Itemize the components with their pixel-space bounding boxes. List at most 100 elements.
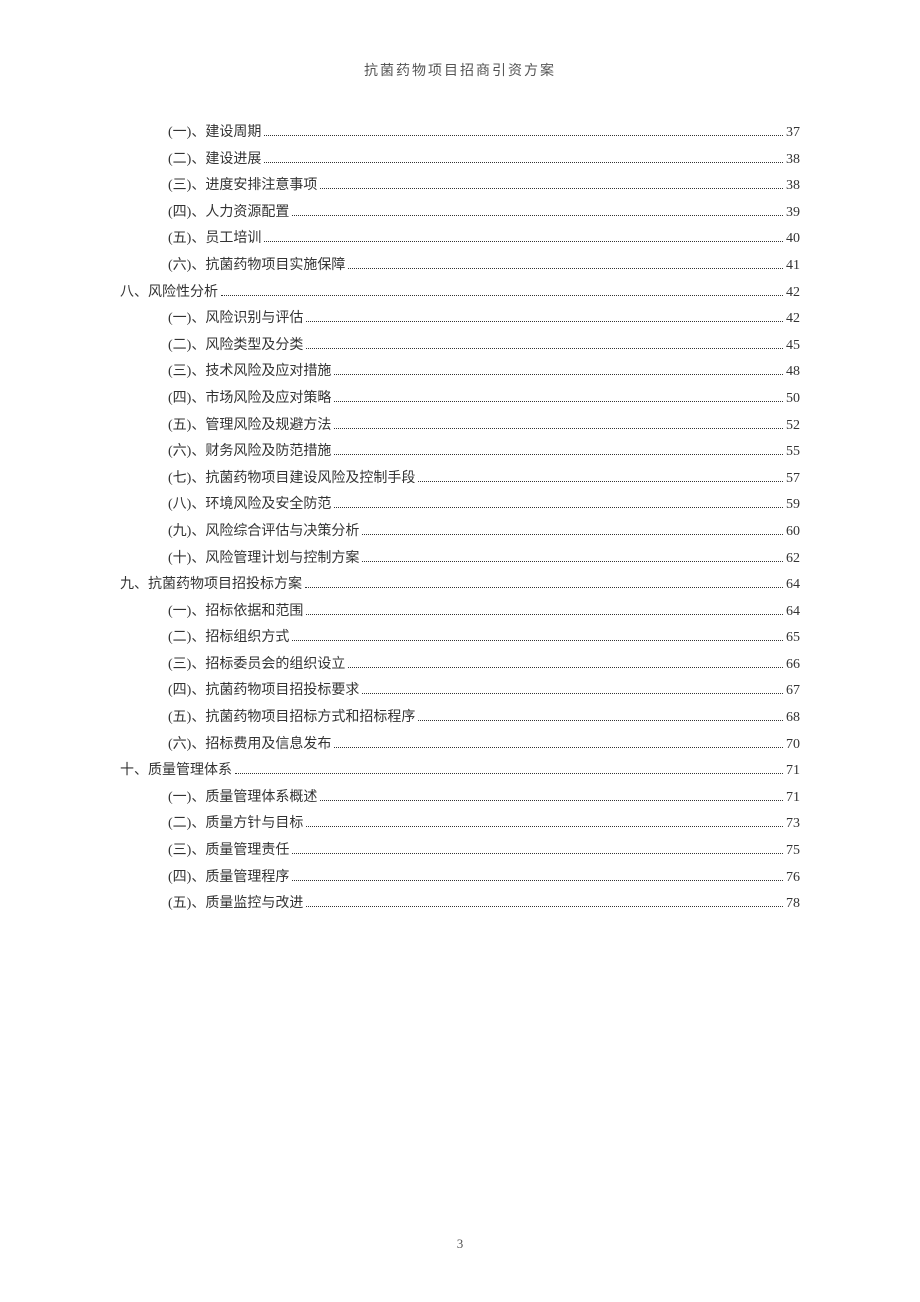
toc-dot-leader	[348, 657, 783, 668]
toc-entry-page: 70	[786, 732, 800, 759]
toc-entry: (五)、管理风险及规避方法 52	[120, 413, 800, 440]
toc-entry-label: (三)、技术风险及应对措施	[168, 359, 331, 386]
toc-entry: (四)、人力资源配置39	[120, 200, 800, 227]
toc-dot-leader	[334, 737, 783, 748]
toc-entry-label: (二)、风险类型及分类	[168, 333, 303, 360]
toc-entry-page: 68	[786, 705, 800, 732]
toc-dot-leader	[264, 152, 783, 163]
toc-entry-page: 38	[786, 173, 800, 200]
toc-entry-label: (四)、市场风险及应对策略	[168, 386, 331, 413]
toc-entry-label: (一)、招标依据和范围	[168, 599, 303, 626]
toc-dot-leader	[306, 604, 783, 615]
toc-dot-leader	[235, 763, 783, 774]
toc-entry: (三)、技术风险及应对措施 48	[120, 359, 800, 386]
toc-entry: (二)、风险类型及分类 45	[120, 333, 800, 360]
toc-entry: 九、抗菌药物项目招投标方案 64	[120, 572, 800, 599]
toc-entry: 八、风险性分析42	[120, 280, 800, 307]
toc-dot-leader	[320, 178, 783, 189]
toc-entry: (一)、招标依据和范围 64	[120, 599, 800, 626]
toc-entry-label: (一)、风险识别与评估	[168, 306, 303, 333]
toc-entry-page: 55	[786, 439, 800, 466]
toc-entry-label: (三)、进度安排注意事项	[168, 173, 317, 200]
toc-entry: (九)、风险综合评估与决策分析60	[120, 519, 800, 546]
toc-entry-label: (二)、招标组织方式	[168, 625, 289, 652]
toc-entry-page: 52	[786, 413, 800, 440]
toc-entry-page: 76	[786, 865, 800, 892]
toc-entry-page: 64	[786, 572, 800, 599]
toc-entry-label: (三)、质量管理责任	[168, 838, 289, 865]
toc-entry: (二)、招标组织方式 65	[120, 625, 800, 652]
toc-entry: (二)、建设进展 38	[120, 147, 800, 174]
toc-dot-leader	[334, 365, 783, 376]
toc-entry: (四)、质量管理程序 76	[120, 865, 800, 892]
toc-entry-page: 78	[786, 891, 800, 918]
toc-entry-label: 八、风险性分析	[120, 280, 218, 307]
toc-entry-page: 62	[786, 546, 800, 573]
toc-dot-leader	[418, 471, 783, 482]
toc-entry-page: 64	[786, 599, 800, 626]
toc-dot-leader	[292, 843, 783, 854]
page-number: 3	[0, 1236, 920, 1252]
toc-dot-leader	[221, 285, 783, 296]
toc-entry-page: 37	[786, 120, 800, 147]
toc-entry: (十)、风险管理计划与控制方案 62	[120, 546, 800, 573]
toc-entry-page: 38	[786, 147, 800, 174]
toc-entry-label: (五)、抗菌药物项目招标方式和招标程序	[168, 705, 415, 732]
toc-entry: (四)、市场风险及应对策略 50	[120, 386, 800, 413]
toc-dot-leader	[418, 710, 783, 721]
toc-entry-page: 45	[786, 333, 800, 360]
toc-entry: (一)、风险识别与评估 42	[120, 306, 800, 333]
toc-entry-label: (五)、员工培训	[168, 226, 261, 253]
toc-entry-label: 九、抗菌药物项目招投标方案	[120, 572, 302, 599]
toc-entry: (五)、质量监控与改进 78	[120, 891, 800, 918]
toc-entry: (三)、进度安排注意事项 38	[120, 173, 800, 200]
toc-entry-label: (二)、建设进展	[168, 147, 261, 174]
toc-entry-label: (六)、抗菌药物项目实施保障	[168, 253, 345, 280]
toc-entry-label: (八)、环境风险及安全防范	[168, 492, 331, 519]
toc-entry-page: 50	[786, 386, 800, 413]
toc-dot-leader	[264, 125, 783, 136]
toc-entry: (八)、环境风险及安全防范59	[120, 492, 800, 519]
toc-dot-leader	[306, 338, 783, 349]
toc-entry: (一)、质量管理体系概述71	[120, 785, 800, 812]
toc-dot-leader	[334, 391, 783, 402]
toc-dot-leader	[306, 311, 783, 322]
toc-entry-page: 67	[786, 678, 800, 705]
toc-entry-page: 41	[786, 253, 800, 280]
toc-dot-leader	[306, 817, 783, 828]
toc-dot-leader	[362, 684, 783, 695]
toc-entry-page: 75	[786, 838, 800, 865]
toc-entry-page: 42	[786, 306, 800, 333]
toc-entry-label: (二)、质量方针与目标	[168, 811, 303, 838]
toc-dot-leader	[320, 790, 783, 801]
toc-entry: (二)、质量方针与目标73	[120, 811, 800, 838]
toc-entry-page: 66	[786, 652, 800, 679]
toc-entry-page: 40	[786, 226, 800, 253]
toc-entry: (一)、建设周期 37	[120, 120, 800, 147]
toc-entry-label: (五)、质量监控与改进	[168, 891, 303, 918]
toc-entry-page: 57	[786, 466, 800, 493]
toc-dot-leader	[305, 577, 783, 588]
toc-entry-page: 71	[786, 785, 800, 812]
toc-dot-leader	[334, 418, 783, 429]
toc-dot-leader	[334, 498, 783, 509]
toc-entry-page: 48	[786, 359, 800, 386]
toc-entry-page: 39	[786, 200, 800, 227]
toc-entry-label: (五)、管理风险及规避方法	[168, 413, 331, 440]
toc-entry: (七)、抗菌药物项目建设风险及控制手段57	[120, 466, 800, 493]
page-header-title: 抗菌药物项目招商引资方案	[120, 60, 800, 80]
toc-entry-label: (十)、风险管理计划与控制方案	[168, 546, 359, 573]
toc-entry-page: 60	[786, 519, 800, 546]
toc-entry: (六)、招标费用及信息发布70	[120, 732, 800, 759]
toc-entry: (六)、财务风险及防范措施55	[120, 439, 800, 466]
toc-dot-leader	[292, 630, 783, 641]
toc-dot-leader	[292, 205, 783, 216]
toc-entry-label: (三)、招标委员会的组织设立	[168, 652, 345, 679]
toc-dot-leader	[362, 524, 783, 535]
toc-entry-label: (一)、建设周期	[168, 120, 261, 147]
document-page: 抗菌药物项目招商引资方案 (一)、建设周期37(二)、建设进展38(三)、进度安…	[0, 0, 920, 918]
toc-entry-label: (四)、质量管理程序	[168, 865, 289, 892]
toc-entry: (三)、招标委员会的组织设立 66	[120, 652, 800, 679]
toc-entry-label: (四)、抗菌药物项目招投标要求	[168, 678, 359, 705]
toc-entry-page: 65	[786, 625, 800, 652]
